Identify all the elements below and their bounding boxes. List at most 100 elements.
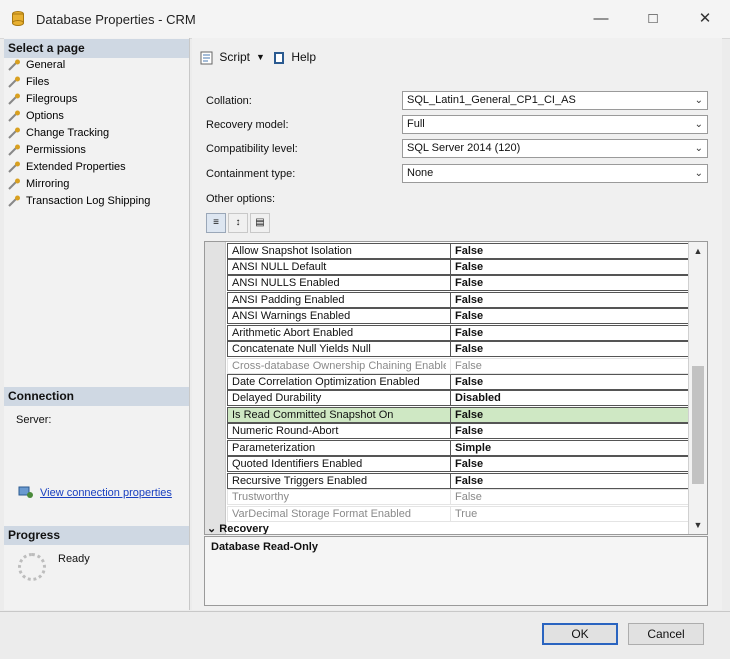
property-name: Concatenate Null Yields Null xyxy=(232,343,371,355)
wrench-icon xyxy=(8,110,20,122)
property-value: True xyxy=(450,507,477,521)
compatibility-level-value: SQL Server 2014 (120) xyxy=(407,142,521,154)
property-value: False xyxy=(450,424,483,438)
help-button[interactable]: Help xyxy=(272,49,316,65)
table-row[interactable]: ANSI Padding Enabled False xyxy=(227,292,691,308)
compatibility-level-label: Compatibility level: xyxy=(206,143,298,155)
script-button[interactable]: Script xyxy=(200,49,250,65)
page-item-transaction-log-shipping[interactable]: Transaction Log Shipping xyxy=(8,193,150,209)
property-name: Date Correlation Optimization Enabled xyxy=(232,376,420,388)
maximize-button[interactable]: □ xyxy=(638,8,668,30)
page-item-mirroring[interactable]: Mirroring xyxy=(8,176,69,192)
containment-type-label: Containment type: xyxy=(206,168,296,180)
grid-toolbar: ≡ ↕ ▤ xyxy=(206,213,272,237)
page-item-label: Transaction Log Shipping xyxy=(26,195,151,207)
recovery-model-combo[interactable]: Full ⌄ xyxy=(402,115,708,134)
table-row[interactable]: Allow Snapshot Isolation False xyxy=(227,243,691,259)
script-icon xyxy=(200,51,213,65)
table-row[interactable]: ANSI Warnings Enabled False xyxy=(227,308,691,324)
containment-type-value: None xyxy=(407,167,434,179)
page-item-label: Options xyxy=(26,110,64,122)
compatibility-level-combo[interactable]: SQL Server 2014 (120) ⌄ xyxy=(402,139,708,158)
recovery-model-value: Full xyxy=(407,118,425,130)
script-label: Script xyxy=(219,50,251,64)
property-name: ANSI Warnings Enabled xyxy=(232,310,351,322)
page-item-label: Mirroring xyxy=(26,178,70,190)
category-label: Recovery xyxy=(219,523,269,535)
property-name: Arithmetic Abort Enabled xyxy=(232,327,354,339)
table-row-selected[interactable]: Is Read Committed Snapshot On False xyxy=(227,407,691,423)
property-name: Allow Snapshot Isolation xyxy=(232,245,352,257)
categorized-icon[interactable]: ≡ xyxy=(206,213,226,233)
collation-combo[interactable]: SQL_Latin1_General_CP1_CI_AS ⌄ xyxy=(402,91,708,110)
property-name: Cross-database Ownership Chaining Enable… xyxy=(232,360,446,372)
grid-scrollbar[interactable]: ▲ ▼ xyxy=(688,242,707,534)
toolbar: Script ▼ Help xyxy=(192,38,722,76)
wrench-icon xyxy=(8,76,20,88)
scroll-up-icon[interactable]: ▲ xyxy=(689,244,707,258)
containment-type-combo[interactable]: None ⌄ xyxy=(402,164,708,183)
property-value: False xyxy=(450,293,483,307)
table-row[interactable]: ANSI NULL Default False xyxy=(227,259,691,275)
script-dropdown-arrow-icon[interactable]: ▼ xyxy=(256,49,265,65)
close-button[interactable]: ✕ xyxy=(690,8,720,30)
table-row[interactable]: VarDecimal Storage Format Enabled True xyxy=(227,506,691,522)
property-name: Delayed Durability xyxy=(232,392,322,404)
sort-alphabetical-icon[interactable]: ↕ xyxy=(228,213,248,233)
property-value: False xyxy=(450,342,483,356)
table-row[interactable]: ANSI NULLS Enabled False xyxy=(227,275,691,291)
chevron-down-icon: ⌄ xyxy=(694,143,703,154)
page-item-permissions[interactable]: Permissions xyxy=(8,142,86,158)
page-item-general[interactable]: General xyxy=(8,57,65,73)
property-value: False xyxy=(450,490,482,504)
table-row[interactable]: Numeric Round-Abort False xyxy=(227,423,691,439)
table-row[interactable]: Cross-database Ownership Chaining Enable… xyxy=(227,358,691,374)
other-options-label: Other options: xyxy=(206,193,276,205)
description-panel: Database Read-Only xyxy=(204,536,708,606)
cancel-button[interactable]: Cancel xyxy=(628,623,704,645)
ok-button[interactable]: OK xyxy=(542,623,618,645)
collation-value: SQL_Latin1_General_CP1_CI_AS xyxy=(407,94,576,106)
property-value: False xyxy=(450,408,483,422)
wrench-icon xyxy=(8,178,20,190)
page-item-change-tracking[interactable]: Change Tracking xyxy=(8,125,109,141)
page-item-options[interactable]: Options xyxy=(8,108,64,124)
database-icon xyxy=(12,11,24,26)
table-row[interactable]: Trustworthy False xyxy=(227,489,691,505)
connection-header: Connection xyxy=(4,387,189,406)
table-row[interactable]: Parameterization Simple xyxy=(227,440,691,456)
page-item-extended-properties[interactable]: Extended Properties xyxy=(8,159,126,175)
server-label: Server: xyxy=(16,414,52,426)
minimize-button[interactable]: — xyxy=(586,8,616,30)
connection-properties-icon xyxy=(18,486,33,498)
page-item-label: Filegroups xyxy=(26,93,78,105)
scrollbar-thumb[interactable] xyxy=(692,366,704,484)
property-value: False xyxy=(450,457,483,471)
table-row[interactable]: Arithmetic Abort Enabled False xyxy=(227,325,691,341)
title-bar: Database Properties - CRM — □ ✕ xyxy=(0,0,730,39)
table-row[interactable]: Quoted Identifiers Enabled False xyxy=(227,456,691,472)
table-row[interactable]: Delayed Durability Disabled xyxy=(227,390,691,406)
table-row[interactable]: Concatenate Null Yields Null False xyxy=(227,341,691,357)
grid-category-recovery[interactable]: ⌄ Recovery xyxy=(207,522,689,535)
property-value: False xyxy=(450,260,483,274)
page-item-files[interactable]: Files xyxy=(8,74,49,90)
property-name: Parameterization xyxy=(232,442,316,454)
page-item-label: General xyxy=(26,59,66,71)
window-title: Database Properties - CRM xyxy=(36,12,196,27)
property-name: Is Read Committed Snapshot On xyxy=(232,409,394,421)
property-grid[interactable]: Allow Snapshot Isolation False ANSI NULL … xyxy=(204,241,708,535)
scroll-down-icon[interactable]: ▼ xyxy=(689,518,707,532)
description-title: Database Read-Only xyxy=(211,541,318,553)
table-row[interactable]: Date Correlation Optimization Enabled Fal… xyxy=(227,374,691,390)
property-name: ANSI NULLS Enabled xyxy=(232,277,340,289)
page-item-filegroups[interactable]: Filegroups xyxy=(8,91,77,107)
chevron-down-icon: ⌄ xyxy=(694,95,703,106)
property-value: False xyxy=(450,309,483,323)
view-connection-properties-link[interactable]: View connection properties xyxy=(40,487,172,499)
table-row[interactable]: Recursive Triggers Enabled False xyxy=(227,473,691,489)
page-item-label: Files xyxy=(26,76,50,88)
property-value: False xyxy=(450,276,483,290)
wrench-icon xyxy=(8,59,20,71)
property-pages-icon[interactable]: ▤ xyxy=(250,213,270,233)
